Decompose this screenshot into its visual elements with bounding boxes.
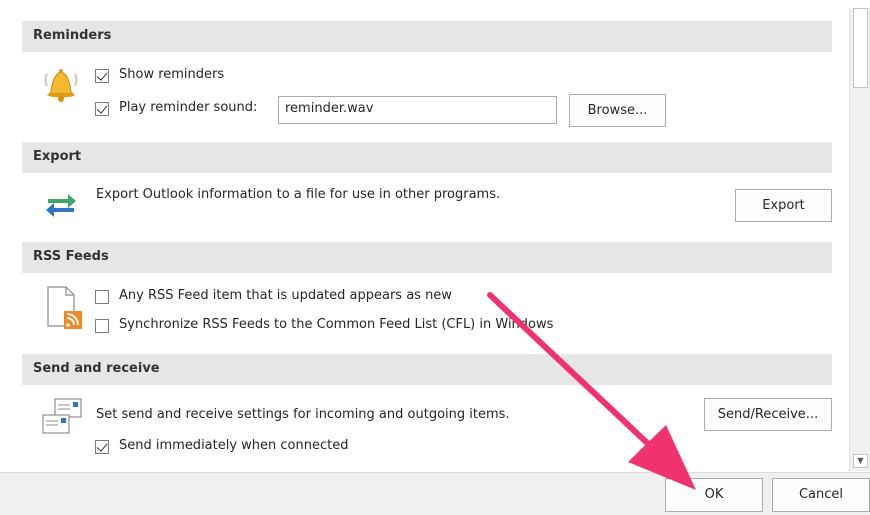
export-arrows-icon: [46, 194, 76, 217]
scrollbar-thumb[interactable]: [853, 8, 868, 88]
send-immediately-label: Send immediately when connected: [119, 438, 349, 453]
play-reminder-sound-checkbox[interactable]: [95, 102, 109, 116]
export-description: Export Outlook information to a file for…: [96, 187, 501, 202]
browse-button[interactable]: Browse...: [569, 94, 666, 127]
send-receive-description: Set send and receive settings for incomi…: [96, 407, 510, 422]
rss-sync-cfl-label: Synchronize RSS Feeds to the Common Feed…: [119, 317, 554, 332]
section-header-rss-feeds: RSS Feeds: [22, 242, 832, 273]
rss-updated-as-new-checkbox[interactable]: [95, 290, 109, 304]
send-receive-icon: [42, 398, 82, 434]
section-header-send-receive: Send and receive: [22, 354, 832, 385]
vertical-scrollbar[interactable]: ▼: [849, 8, 870, 471]
reminder-sound-file-input[interactable]: reminder.wav: [278, 96, 557, 124]
rss-document-icon: [47, 286, 82, 329]
ok-button[interactable]: OK: [665, 478, 763, 512]
send-receive-button[interactable]: Send/Receive...: [704, 398, 832, 431]
rss-updated-as-new-label: Any RSS Feed item that is updated appear…: [119, 288, 452, 303]
show-reminders-checkbox[interactable]: [95, 69, 109, 83]
section-header-reminders: Reminders: [22, 21, 832, 52]
scroll-down-arrow-icon[interactable]: ▼: [853, 454, 868, 468]
bell-icon: [44, 69, 78, 102]
cancel-button[interactable]: Cancel: [772, 478, 870, 512]
section-header-export: Export: [22, 142, 832, 173]
export-button[interactable]: Export: [735, 189, 832, 222]
show-reminders-label: Show reminders: [119, 67, 225, 82]
send-immediately-checkbox[interactable]: [95, 440, 109, 454]
rss-sync-cfl-checkbox[interactable]: [95, 319, 109, 333]
play-reminder-sound-label: Play reminder sound:: [119, 100, 258, 115]
